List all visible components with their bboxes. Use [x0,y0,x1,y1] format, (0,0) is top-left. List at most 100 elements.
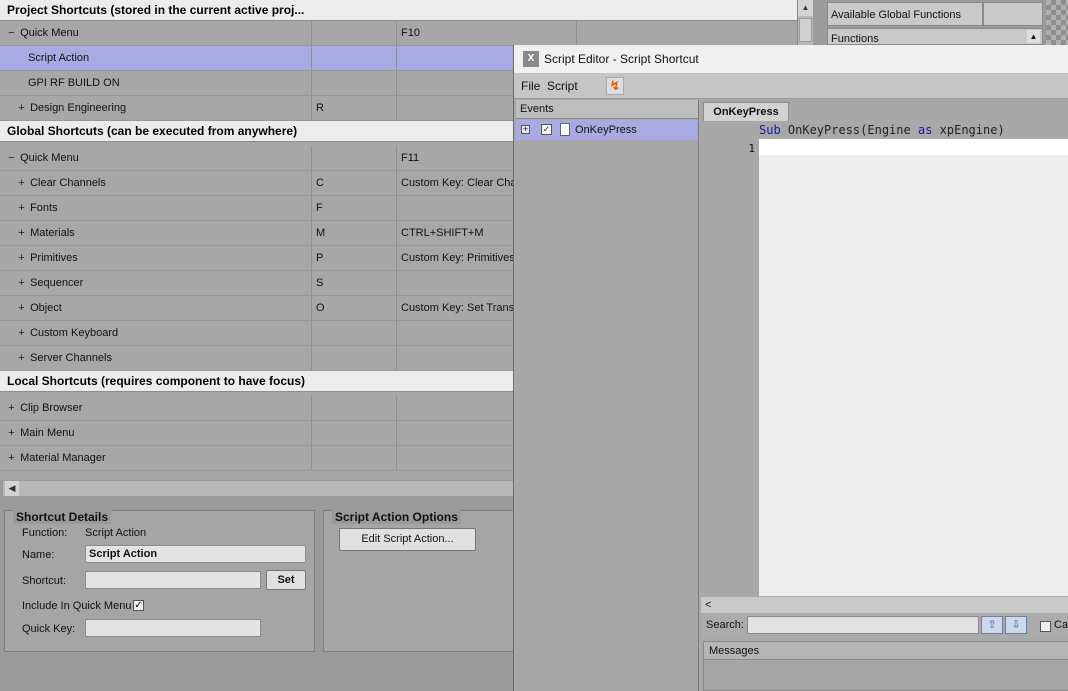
menu-script[interactable]: Script [547,73,578,99]
expand-icon[interactable]: + [16,246,27,270]
row-key: M [312,221,397,245]
row-key [312,46,397,70]
expand-icon[interactable]: + [16,346,27,370]
scroll-up-arrow-icon[interactable]: ▲ [798,0,813,16]
row-label: Custom Keyboard [30,327,119,339]
expand-icon[interactable]: + [6,421,17,445]
events-panel: Events + ✓ OnKeyPress [516,100,699,691]
include-quick-menu-label: Include In Quick Menu [22,600,132,612]
edit-script-action-button[interactable]: Edit Script Action... [339,528,476,551]
row-label: Fonts [30,202,58,214]
row-key [312,446,397,470]
scroll-left-arrow-icon[interactable]: ◀ [5,481,19,496]
expand-icon[interactable]: + [16,321,27,345]
expand-icon[interactable]: + [521,125,530,134]
bottom-details-area: Shortcut Details Function: Script Action… [0,496,523,691]
name-field[interactable]: Script Action [85,545,306,563]
run-script-icon[interactable]: ↯ [606,77,624,95]
search-label: Search: [706,619,744,631]
set-button[interactable]: Set [266,570,306,590]
signature-type: xpEngine) [932,123,1005,137]
quick-key-label: Quick Key: [22,623,76,635]
code-signature: Sub OnKeyPress(Engine as xpEngine) [759,122,1005,138]
project-shortcuts-header[interactable]: Project Shortcuts (stored in the current… [0,0,797,21]
case-sensitive-label: Cas [1054,619,1068,631]
keyword-as: as [917,123,933,137]
search-input[interactable] [747,616,979,634]
scroll-left-arrow-icon[interactable]: < [705,597,711,613]
checker-background [1046,0,1068,45]
row-label: Script Action [28,52,90,64]
case-sensitive-checkbox[interactable] [1040,621,1051,632]
grid-row-project-quick-menu[interactable]: − Quick Menu F10 [0,21,797,46]
scroll-thumb[interactable] [799,18,812,42]
row-label: Clear Channels [30,177,106,189]
row-key [312,396,397,420]
search-up-arrow-icon[interactable]: ⇧ [981,616,1003,634]
available-global-functions-tab[interactable]: Available Global Functions [827,2,983,26]
line-number: 1 [748,142,755,155]
row-action: F10 [397,21,577,45]
global-functions-panel: Available Global Functions Functions ▲ [813,0,1068,45]
row-key [312,421,397,445]
shortcut-field[interactable] [85,571,261,589]
code-editor[interactable] [759,139,1068,596]
script-action-options-group: Script Action Options Edit Script Action… [323,510,523,652]
shortcut-details-group: Shortcut Details Function: Script Action… [4,510,315,652]
row-label: Material Manager [20,452,106,464]
row-key: S [312,271,397,295]
event-label: OnKeyPress [575,124,637,136]
panel-tab-blank[interactable] [983,2,1043,26]
row-key [312,321,397,345]
row-label: Object [30,302,62,314]
row-key [312,21,397,45]
quick-key-field[interactable] [85,619,261,637]
row-key: F [312,196,397,220]
collapse-icon[interactable]: − [6,21,17,45]
row-label: Quick Menu [20,27,79,39]
function-value: Script Action [85,527,147,539]
expand-icon[interactable]: + [16,271,27,295]
expand-icon[interactable]: + [16,296,27,320]
editor-title-bar[interactable]: X Script Editor - Script Shortcut [514,45,1068,73]
expand-icon[interactable]: + [16,96,27,120]
document-icon [560,123,570,136]
search-down-arrow-icon[interactable]: ⇩ [1005,616,1027,634]
name-label: Name: [22,549,55,561]
expand-icon[interactable]: + [16,171,27,195]
collapse-icon[interactable]: − [6,146,17,170]
shortcut-label: Shortcut: [22,575,67,587]
menu-file[interactable]: File [521,73,540,99]
row-key: C [312,171,397,195]
include-quick-menu-checkbox[interactable]: ✓ [133,600,144,611]
script-action-options-title: Script Action Options [332,510,461,524]
row-key [312,346,397,370]
scroll-up-arrow-icon[interactable]: ▲ [1027,30,1040,43]
messages-panel: Messages [703,641,1068,691]
expand-icon[interactable]: + [16,221,27,245]
function-label: Function: [22,527,68,539]
functions-header: Functions ▲ [827,28,1043,45]
event-enabled-checkbox[interactable]: ✓ [541,124,552,135]
grid-horizontal-scrollbar[interactable]: ◀ [3,481,513,496]
shortcut-details-title: Shortcut Details [13,510,112,524]
expand-icon[interactable]: + [6,446,17,470]
events-header: Events [516,100,698,119]
event-item-onkeypress[interactable]: + ✓ OnKeyPress [516,120,698,140]
functions-label: Functions [831,33,879,45]
row-label: Server Channels [30,352,112,364]
expand-icon[interactable]: + [6,396,17,420]
row-key: R [312,96,397,120]
row-label: Primitives [30,252,78,264]
row-label: Quick Menu [20,152,79,164]
keyword-sub: Sub [759,123,781,137]
row-label: Materials [30,227,75,239]
tab-onkeypress[interactable]: OnKeyPress [703,102,789,121]
editor-title: Script Editor - Script Shortcut [544,52,699,66]
row-label: Design Engineering [30,102,127,114]
editor-menu-bar: File Script ↯ [514,73,1068,99]
expand-icon[interactable]: + [16,196,27,220]
code-horizontal-scrollbar[interactable]: < [701,597,1068,613]
line-number-gutter: 1 [701,139,759,596]
current-line[interactable] [759,139,1068,155]
